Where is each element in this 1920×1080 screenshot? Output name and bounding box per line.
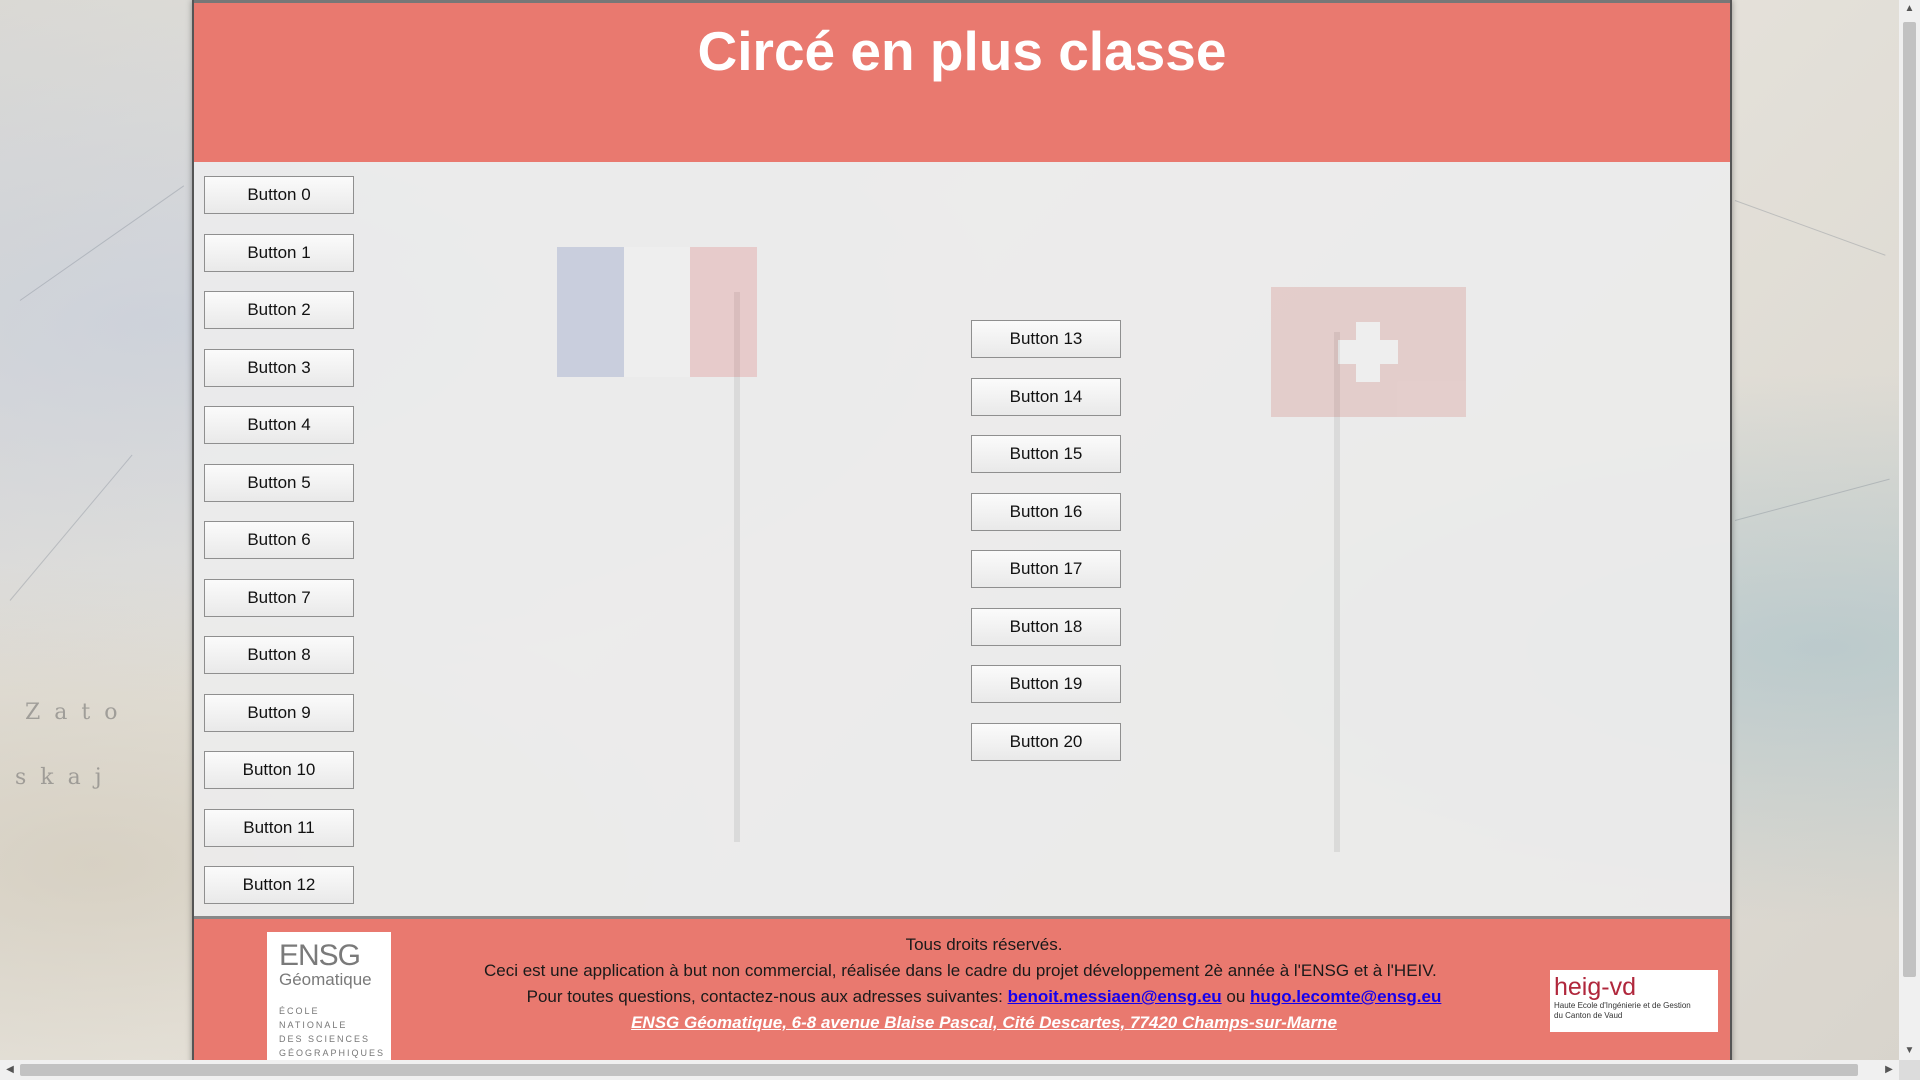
button-left-0[interactable]: Button 0 — [204, 176, 354, 214]
button-left-11[interactable]: Button 11 — [204, 808, 354, 847]
heig-logo-line-2: du Canton de Vaud — [1554, 1011, 1623, 1020]
button-left-2[interactable]: Button 2 — [204, 291, 354, 329]
description-text: Ceci est une application à but non comme… — [484, 961, 1437, 980]
button-left-5[interactable]: Button 5 — [204, 463, 354, 502]
header: Circé en plus classe — [194, 0, 1730, 162]
rights-text: Tous droits réservés. — [905, 935, 1063, 954]
button-left-6[interactable]: Button 6 — [204, 521, 354, 559]
scroll-down-arrow-icon[interactable]: ▼ — [1899, 1042, 1920, 1060]
vertical-scrollbar[interactable]: ▲ ▼ — [1899, 0, 1920, 1060]
contact-line: Pour toutes questions, contactez-nous au… — [484, 986, 1484, 1008]
email-link-benoit[interactable]: benoit.messiaen@ensg.eu — [1008, 987, 1222, 1006]
switzerland-flag-image — [1271, 287, 1466, 417]
scrollbar-corner — [1899, 1060, 1920, 1080]
address-text: ENSG Géomatique, 6-8 avenue Blaise Pasca… — [631, 1013, 1337, 1032]
button-center-4[interactable]: Button 17 — [971, 550, 1121, 588]
horizontal-scrollbar[interactable]: ◀ ▶ — [0, 1060, 1899, 1080]
footer-text: Tous droits réservés. Ceci est une appli… — [484, 934, 1484, 1038]
button-center-3[interactable]: Button 16 — [971, 492, 1121, 531]
button-center-0[interactable]: Button 13 — [971, 320, 1121, 358]
heig-vd-logo[interactable]: heig-vd Haute Ecole d'Ingénierie et de G… — [1550, 970, 1718, 1032]
button-left-9[interactable]: Button 9 — [204, 693, 354, 732]
button-center-2[interactable]: Button 15 — [971, 435, 1121, 473]
button-left-12[interactable]: Button 12 — [204, 866, 354, 904]
scroll-up-arrow-icon[interactable]: ▲ — [1899, 0, 1920, 18]
horizontal-scroll-thumb[interactable] — [20, 1064, 1858, 1076]
heig-logo-line-1: Haute Ecole d'Ingénierie et de Gestion — [1554, 1001, 1691, 1010]
button-left-10[interactable]: Button 10 — [204, 751, 354, 789]
scroll-left-arrow-icon[interactable]: ◀ — [0, 1060, 20, 1080]
heig-logo-name: heig-vd — [1554, 973, 1636, 1001]
scroll-right-arrow-icon[interactable]: ▶ — [1879, 1060, 1899, 1080]
button-center-1[interactable]: Button 14 — [971, 377, 1121, 416]
footer: ENSG Géomatique ÉCOLE NATIONALE DES SCIE… — [194, 919, 1730, 1077]
email-link-hugo[interactable]: hugo.lecomte@ensg.eu — [1250, 987, 1441, 1006]
button-left-3[interactable]: Button 3 — [204, 348, 354, 387]
button-center-7[interactable]: Button 20 — [971, 722, 1121, 761]
contact-or: ou — [1226, 987, 1246, 1006]
ensg-logo-line-3: GÉOGRAPHIQUES — [279, 1048, 386, 1058]
france-flag-image — [557, 247, 758, 377]
button-left-4[interactable]: Button 4 — [204, 406, 354, 444]
app-container: Circé en plus classe Button 0 Button 1 But… — [192, 0, 1732, 1080]
ensg-logo-line-2: DES SCIENCES — [279, 1034, 371, 1044]
button-left-8[interactable]: Button 8 — [204, 636, 354, 674]
page-title: Circé en plus classe — [697, 20, 1227, 82]
main-panel: Button 0 Button 1 Button 2 Button 3 Button 4… — [194, 162, 1730, 919]
button-center-6[interactable]: Button 19 — [971, 665, 1121, 703]
vertical-scroll-thumb[interactable] — [1903, 22, 1916, 977]
ensg-logo[interactable]: ENSG Géomatique ÉCOLE NATIONALE DES SCIE… — [267, 932, 391, 1062]
button-left-7[interactable]: Button 7 — [204, 578, 354, 617]
ensg-logo-name: ENSG — [279, 939, 361, 972]
ensg-logo-line-1: ÉCOLE NATIONALE — [279, 1006, 348, 1030]
ensg-logo-sub: Géomatique — [279, 970, 372, 989]
contact-prefix: Pour toutes questions, contactez-nous au… — [526, 987, 1003, 1006]
button-center-5[interactable]: Button 18 — [971, 607, 1121, 646]
button-left-1[interactable]: Button 1 — [204, 233, 354, 272]
